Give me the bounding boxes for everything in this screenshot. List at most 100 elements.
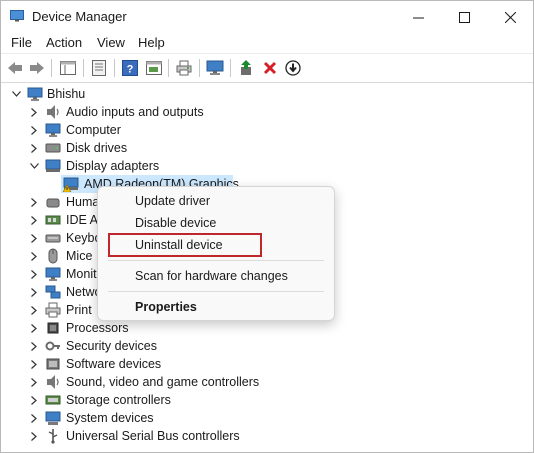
chevron-right-icon[interactable] (29, 139, 39, 157)
menu-action[interactable]: Action (46, 35, 82, 50)
chevron-right-icon[interactable] (29, 427, 39, 445)
chevron-right-icon[interactable] (29, 391, 39, 409)
console-tree-button[interactable] (59, 59, 77, 77)
chevron-right-icon[interactable] (29, 193, 39, 211)
print-queue-icon (45, 302, 61, 318)
update-driver-toolbar-button[interactable] (238, 59, 256, 77)
uninstall-device-toolbar-button[interactable] (261, 59, 279, 77)
toolbar-separator (114, 59, 115, 77)
category-label: Computer (66, 123, 121, 137)
disable-device-menu-item[interactable]: Disable device (135, 216, 216, 230)
chevron-right-icon[interactable] (29, 409, 39, 427)
chevron-right-icon[interactable] (29, 211, 39, 229)
tree-category-row[interactable]: Security devices (1, 337, 521, 355)
ide-controller-icon (45, 215, 61, 225)
display-adapter-warning-icon (63, 177, 79, 192)
help-toolbar-button[interactable]: ? (121, 59, 139, 77)
scan-hardware-toolbar-button[interactable] (206, 59, 224, 77)
toolbar-separator (230, 59, 231, 77)
menu-help[interactable]: Help (138, 35, 165, 50)
properties-toolbar-button[interactable] (90, 59, 108, 77)
chevron-right-icon[interactable] (29, 373, 39, 391)
back-arrow-icon (8, 62, 22, 74)
display-adapter-icon (45, 159, 61, 172)
window-title: Device Manager (32, 9, 127, 24)
chevron-right-icon[interactable] (29, 229, 39, 247)
computer-icon (45, 123, 61, 137)
tree-category-row[interactable]: Software devices (1, 355, 521, 373)
disk-drive-icon (45, 143, 61, 153)
mouse-icon (48, 248, 58, 264)
chevron-right-icon[interactable] (29, 121, 39, 139)
forward-arrow-icon (30, 62, 44, 74)
print-toolbar-button[interactable] (175, 59, 193, 77)
network-adapter-icon (45, 285, 61, 299)
chevron-right-icon[interactable] (29, 319, 39, 337)
tree-category-row[interactable]: Computer (1, 121, 521, 139)
tree-root-row[interactable]: Bhishu (1, 85, 521, 103)
category-label: System devices (66, 411, 154, 425)
tree-category-row[interactable]: Sound, video and game controllers (1, 373, 521, 391)
category-label: Display adapters (66, 159, 160, 173)
system-device-icon (45, 411, 61, 425)
title-bar: Device Manager (1, 1, 533, 33)
audio-speaker-icon (47, 105, 59, 119)
uninstall-highlight-box (108, 233, 262, 257)
keyboard-icon (45, 234, 61, 243)
sound-controller-icon (47, 375, 59, 389)
category-label: Huma (66, 195, 100, 209)
action-pane-button[interactable] (145, 59, 163, 77)
chevron-right-icon[interactable] (29, 265, 39, 283)
close-button[interactable] (487, 1, 533, 33)
monitor-scan-icon (206, 60, 224, 75)
back-button[interactable] (6, 59, 24, 77)
enable-device-toolbar-button[interactable] (284, 59, 302, 77)
action-pane-icon (146, 61, 162, 75)
device-manager-app-icon (10, 10, 24, 22)
category-label: Disk drives (66, 141, 128, 155)
minimize-icon (412, 17, 424, 18)
tree-category-row-expanded[interactable]: Display adapters (1, 157, 521, 175)
close-icon (504, 11, 516, 23)
red-x-icon (263, 61, 277, 75)
update-driver-menu-item[interactable]: Update driver (135, 194, 210, 208)
tree-category-row[interactable]: Universal Serial Bus controllers (1, 427, 521, 445)
chevron-right-icon[interactable] (29, 103, 39, 121)
device-manager-window: Device Manager File Action View Help ? B… (0, 0, 534, 453)
console-tree-icon (60, 61, 76, 75)
tree-category-row[interactable]: Processors (1, 319, 521, 337)
printer-icon (176, 60, 192, 76)
category-label: Sound, video and game controllers (66, 375, 260, 389)
menu-view[interactable]: View (97, 35, 125, 50)
chevron-right-icon[interactable] (29, 301, 39, 319)
chevron-down-icon[interactable] (29, 157, 39, 175)
chevron-right-icon[interactable] (29, 337, 39, 355)
human-interface-device-icon (46, 198, 60, 208)
chevron-right-icon[interactable] (29, 283, 39, 301)
maximize-button[interactable] (441, 1, 487, 33)
chevron-right-icon[interactable] (29, 355, 39, 373)
tree-category-row[interactable]: System devices (1, 409, 521, 427)
tree-category-row[interactable]: Audio inputs and outputs (1, 103, 521, 121)
category-label: Processors (66, 321, 129, 335)
computer-name-label: Bhishu (47, 87, 86, 101)
forward-button[interactable] (28, 59, 46, 77)
svg-text:?: ? (127, 64, 134, 76)
scan-hardware-menu-item[interactable]: Scan for hardware changes (135, 269, 288, 283)
toolbar-separator (199, 59, 200, 77)
toolbar-separator (83, 59, 84, 77)
tree-category-row[interactable]: Disk drives (1, 139, 521, 157)
usb-icon (48, 429, 58, 444)
chevron-right-icon[interactable] (29, 247, 39, 265)
storage-controller-icon (45, 395, 61, 405)
security-key-icon (45, 341, 60, 351)
toolbar-separator (168, 59, 169, 77)
software-device-icon (46, 358, 60, 370)
properties-menu-item[interactable]: Properties (135, 300, 197, 314)
menu-file[interactable]: File (11, 35, 32, 50)
help-icon: ? (122, 60, 138, 76)
chevron-down-icon[interactable] (11, 85, 21, 103)
processor-icon (47, 322, 59, 334)
minimize-button[interactable] (395, 1, 441, 33)
tree-category-row[interactable]: Storage controllers (1, 391, 521, 409)
